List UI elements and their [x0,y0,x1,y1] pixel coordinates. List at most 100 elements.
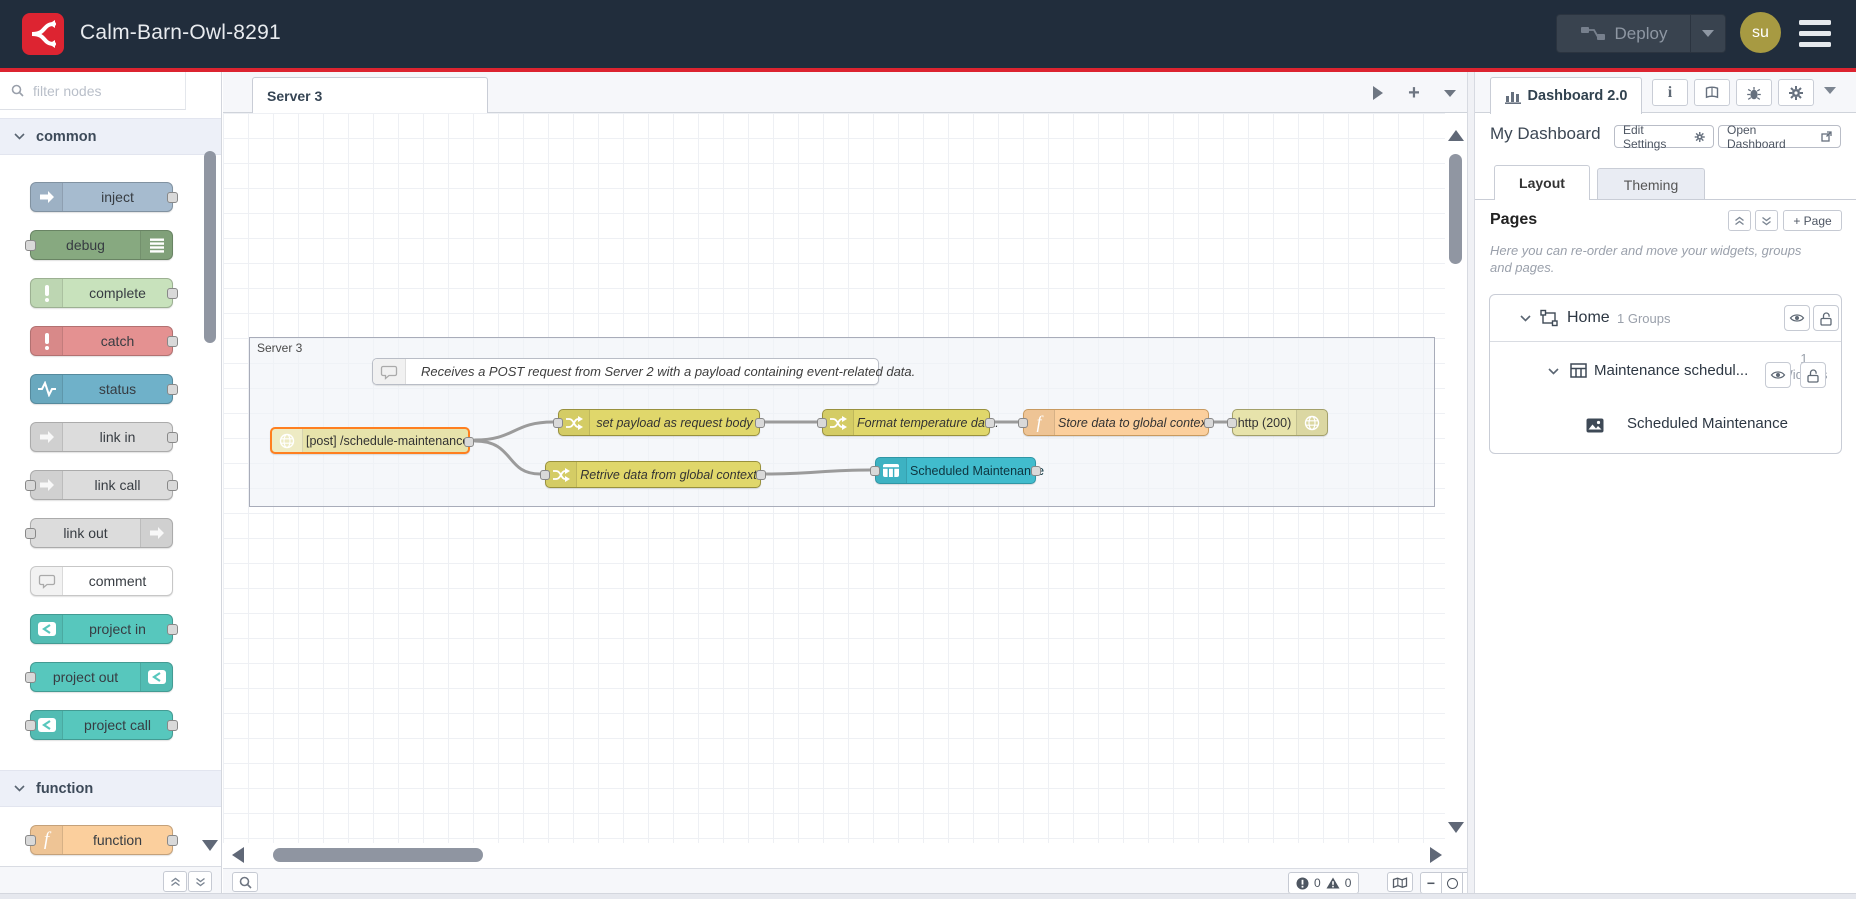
search-flows-button[interactable] [232,872,258,892]
node-output-port[interactable] [1031,466,1041,476]
help-tab-button[interactable] [1694,79,1730,106]
tab-layout[interactable]: Layout [1494,165,1590,200]
palette-node-project-out[interactable]: project out [25,662,173,692]
palette-node-function[interactable]: f function [25,825,178,855]
flow-node-http-in[interactable]: [post] /schedule-maintenance [270,427,474,454]
zoom-out-button[interactable]: − [1421,873,1441,893]
node-output-port[interactable] [755,418,765,428]
palette-search[interactable] [0,72,186,110]
node-output-port[interactable] [167,192,178,203]
node-output-port[interactable] [167,624,178,635]
deploy-options-button[interactable] [1690,15,1725,52]
palette-node-complete[interactable]: complete [30,278,178,308]
palette-node-inject[interactable]: inject [30,182,178,212]
palette-node-link-out[interactable]: link out [25,518,173,548]
node-output-port[interactable] [1204,418,1214,428]
canvas-horizontal-scrollbar[interactable] [273,848,483,862]
double-chevron-down-icon [195,877,205,886]
node-input-port[interactable] [25,672,36,683]
node-input-port[interactable] [25,528,36,539]
canvas-scroll-up-icon[interactable] [1448,130,1464,141]
deploy-icon [1580,25,1606,42]
main-menu-button[interactable] [1799,20,1831,47]
tab-theming[interactable]: Theming [1597,168,1705,200]
open-dashboard-button[interactable]: Open Dashboard [1718,123,1841,151]
node-output-port[interactable] [167,336,178,347]
expand-all-pages-button[interactable] [1755,210,1778,231]
node-input-port[interactable] [817,418,827,428]
flow-node-set-payload[interactable]: set payload as request body [553,409,765,436]
canvas-scroll-down-icon[interactable] [1448,822,1464,833]
chevron-down-icon[interactable] [1520,315,1531,322]
flow-node-http-response[interactable]: http (200) [1227,409,1328,436]
palette-node-debug[interactable]: debug [25,230,173,260]
flow-node-store-global[interactable]: f Store data to global context [1018,409,1214,436]
palette-node-project-in[interactable]: project in [30,614,178,644]
node-input-port[interactable] [870,466,880,476]
node-output-port[interactable] [167,288,178,299]
tree-row-group[interactable]: Maintenance schedul... 1 Widgets [1490,342,1841,400]
flow-node-ui-table[interactable]: Scheduled Maintenance [870,457,1044,484]
canvas-scroll-left-icon[interactable] [232,847,244,863]
node-input-port[interactable] [25,720,36,731]
user-avatar[interactable]: su [1740,12,1781,53]
flow-node-comment[interactable]: Receives a POST request from Server 2 wi… [372,358,915,385]
palette-node-comment[interactable]: comment [30,566,173,596]
flow-node-retrieve-global[interactable]: Retrive data from global context [540,461,766,488]
palette-scrollbar[interactable] [204,151,216,343]
gear-icon [1694,131,1705,142]
flow-node-format-temperature[interactable]: Format temperature data. [817,409,999,436]
page-lock-button[interactable] [1813,305,1839,331]
sidebar-options-button[interactable] [1824,87,1836,94]
node-output-port[interactable] [167,835,178,846]
node-input-port[interactable] [25,835,36,846]
deploy-button[interactable]: Deploy [1556,14,1726,53]
palette-node-catch[interactable]: catch [30,326,178,356]
node-output-port[interactable] [167,480,178,491]
edit-settings-button[interactable]: Edit Settings [1614,123,1714,151]
bar-chart-icon [1504,91,1521,104]
add-page-button[interactable]: + Page [1783,210,1842,231]
palette-category-function[interactable]: function [0,770,221,807]
tree-row-home[interactable]: Home 1 Groups [1490,295,1841,342]
palette-node-link-in[interactable]: link in [30,422,178,452]
notification-counts[interactable]: 0 0 [1288,872,1360,894]
tab-dashboard-2[interactable]: Dashboard 2.0 [1490,77,1642,114]
node-input-port[interactable] [25,480,36,491]
palette-node-link-call[interactable]: link call [25,470,178,500]
node-input-port[interactable] [540,470,550,480]
canvas-scroll-right-icon[interactable] [1430,847,1442,863]
sidebar-resize-handle[interactable] [1467,72,1475,894]
page-visibility-button[interactable] [1784,305,1810,331]
node-input-port[interactable] [1018,418,1028,428]
collapse-all-pages-button[interactable] [1728,210,1751,231]
debug-tab-button[interactable] [1736,79,1772,106]
chevron-down-icon[interactable] [1548,368,1559,375]
palette-node-status[interactable]: status [30,374,178,404]
navigator-button[interactable] [1387,872,1413,892]
group-lock-button[interactable] [1800,362,1826,388]
node-input-port[interactable] [25,240,36,251]
zoom-reset-button[interactable] [1441,873,1462,893]
palette-filter-input[interactable] [31,81,170,100]
double-chevron-up-icon [1735,216,1744,225]
tree-row-widget[interactable]: Scheduled Maintenance [1490,400,1841,453]
node-output-port[interactable] [167,432,178,443]
node-output-port[interactable] [167,384,178,395]
node-output-port[interactable] [464,437,474,447]
palette-scroll-down-icon[interactable] [202,840,218,851]
node-input-port[interactable] [553,418,563,428]
palette-category-common[interactable]: common [0,118,221,155]
canvas-vertical-scrollbar[interactable] [1449,154,1462,264]
group-visibility-button[interactable] [1765,362,1791,388]
node-output-port[interactable] [985,418,995,428]
palette-node-project-call[interactable]: project call [25,710,178,740]
double-chevron-down-icon [1762,216,1771,225]
node-output-port[interactable] [756,470,766,480]
palette-expand-all-button[interactable] [188,871,212,892]
info-tab-button[interactable]: i [1652,79,1688,106]
config-tab-button[interactable] [1778,79,1814,106]
node-input-port[interactable] [1227,418,1237,428]
node-output-port[interactable] [167,720,178,731]
palette-collapse-all-button[interactable] [163,871,187,892]
